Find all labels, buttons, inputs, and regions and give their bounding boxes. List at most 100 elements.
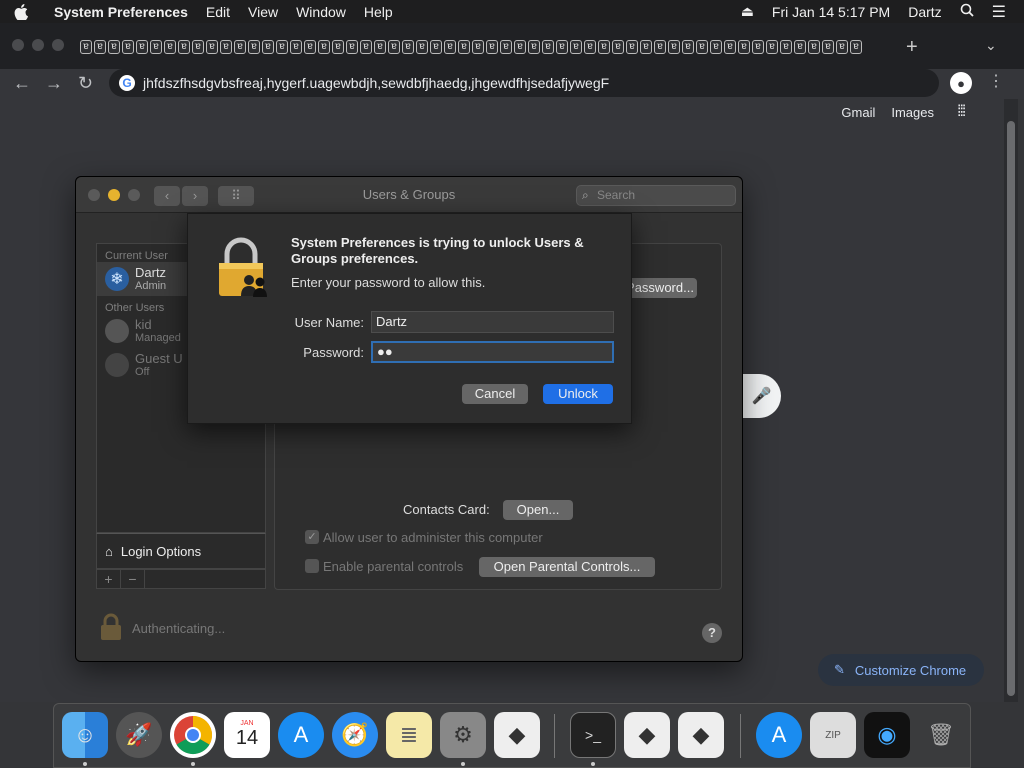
parental-controls-checkbox[interactable]: [305, 559, 319, 573]
tab-favicon[interactable]: ɐ: [556, 40, 568, 54]
minimize-window-button[interactable]: [32, 39, 44, 51]
tab-favicon[interactable]: ɐ: [682, 40, 694, 54]
tab-favicon[interactable]: ɐ: [360, 40, 372, 54]
username-field[interactable]: Dartz: [371, 311, 614, 333]
roblox-icon[interactable]: ◆: [494, 712, 540, 758]
safari-icon[interactable]: 🧭: [332, 712, 378, 758]
tab-favicon[interactable]: ɐ: [150, 40, 162, 54]
tab-favicon[interactable]: ɐ: [822, 40, 834, 54]
search-field[interactable]: ⌕ Search: [576, 185, 736, 206]
customize-chrome-button[interactable]: ✎ Customize Chrome: [818, 654, 984, 686]
tab-favicon[interactable]: ɐ: [850, 40, 862, 54]
tab-search-chevron-icon[interactable]: ⌄: [985, 37, 997, 54]
chrome-icon[interactable]: [170, 712, 216, 758]
tab-favicon[interactable]: ɐ: [668, 40, 680, 54]
tab-favicon[interactable]: ɐ: [710, 40, 722, 54]
tab-favicon[interactable]: ɐ: [206, 40, 218, 54]
tab-favicon[interactable]: ɐ: [724, 40, 736, 54]
finder-icon[interactable]: ☺: [62, 712, 108, 758]
new-tab-button[interactable]: +: [906, 36, 918, 59]
tab-favicon[interactable]: ɐ: [542, 40, 554, 54]
menu-window[interactable]: Window: [296, 4, 346, 20]
tab-favicon[interactable]: ɐ: [164, 40, 176, 54]
tab-favicon[interactable]: ɐ: [234, 40, 246, 54]
tab-favicon[interactable]: ɐ: [248, 40, 260, 54]
tab-favicon[interactable]: ɐ: [374, 40, 386, 54]
tab-favicon[interactable]: ɐ: [94, 40, 106, 54]
tab-favicon[interactable]: ɐ: [388, 40, 400, 54]
tab-favicon[interactable]: ɐ: [458, 40, 470, 54]
tab-favicon[interactable]: ɐ: [332, 40, 344, 54]
gmail-link[interactable]: Gmail: [841, 105, 875, 120]
tab-favicon[interactable]: ɐ: [486, 40, 498, 54]
cancel-button[interactable]: Cancel: [462, 384, 528, 404]
app-store-icon[interactable]: A: [278, 712, 324, 758]
tab-favicon[interactable]: ɐ: [290, 40, 302, 54]
roblox-player-icon[interactable]: ◆: [678, 712, 724, 758]
profile-avatar-icon[interactable]: ●: [950, 72, 972, 94]
menu-app-name[interactable]: System Preferences: [54, 4, 188, 20]
tab-favicon[interactable]: ɐ: [220, 40, 232, 54]
tab-favicon[interactable]: ɐ: [514, 40, 526, 54]
tab-favicon[interactable]: ɐ: [626, 40, 638, 54]
screen-recording-icon[interactable]: ◉: [864, 712, 910, 758]
menu-clock[interactable]: Fri Jan 14 5:17 PM: [772, 4, 890, 20]
back-arrow-icon[interactable]: ←: [13, 73, 31, 94]
menu-help[interactable]: Help: [364, 4, 393, 20]
tab-favicon[interactable]: ɐ: [654, 40, 666, 54]
unlock-button[interactable]: Unlock: [543, 384, 613, 404]
forward-arrow-icon[interactable]: →: [45, 73, 63, 94]
menu-view[interactable]: View: [248, 4, 278, 20]
tab-favicon[interactable]: ɐ: [416, 40, 428, 54]
microphone-icon[interactable]: 🎤: [742, 374, 781, 418]
login-options-item[interactable]: ⌂ Login Options: [96, 533, 266, 569]
eject-icon[interactable]: ⏏: [741, 3, 754, 20]
trash-icon[interactable]: 🗑: [918, 712, 964, 758]
tab-favicon[interactable]: ɐ: [528, 40, 540, 54]
tab-favicon[interactable]: ɐ: [430, 40, 442, 54]
control-center-icon[interactable]: ☰: [992, 2, 1006, 22]
tab-favicon[interactable]: ɐ: [192, 40, 204, 54]
spotlight-icon[interactable]: [960, 3, 974, 20]
page-scrollbar[interactable]: [1004, 99, 1018, 702]
images-link[interactable]: Images: [891, 105, 934, 120]
tab-favicon[interactable]: ɐ: [808, 40, 820, 54]
tab-favicon[interactable]: ɐ: [318, 40, 330, 54]
help-button[interactable]: ?: [702, 623, 722, 643]
tab-favicon[interactable]: ɐ: [738, 40, 750, 54]
tab-favicon[interactable]: ɐ: [178, 40, 190, 54]
tab-favicon[interactable]: ɐ: [570, 40, 582, 54]
apple-menu-icon[interactable]: [14, 3, 42, 20]
tab-favicon[interactable]: ɐ: [80, 40, 92, 54]
tab-favicon[interactable]: ɐ: [346, 40, 358, 54]
system-preferences-icon[interactable]: ⚙: [440, 712, 486, 758]
tab-favicon[interactable]: ɐ: [500, 40, 512, 54]
notes-icon[interactable]: ≣: [386, 712, 432, 758]
zip-file-icon[interactable]: ZIP: [810, 712, 856, 758]
tab-favicon[interactable]: ɐ: [402, 40, 414, 54]
tab-favicon[interactable]: ɐ: [696, 40, 708, 54]
tab-favicon[interactable]: ɐ: [276, 40, 288, 54]
reload-icon[interactable]: ↻: [78, 73, 93, 94]
tab-favicon[interactable]: ɐ: [122, 40, 134, 54]
tab-favicon[interactable]: ɐ: [472, 40, 484, 54]
tab-favicon[interactable]: ɐ: [794, 40, 806, 54]
google-apps-grid-icon[interactable]: ⁞⁞⁞: [957, 103, 966, 121]
tab-favicon[interactable]: ɐ: [262, 40, 274, 54]
menu-edit[interactable]: Edit: [206, 4, 230, 20]
password-field[interactable]: ●●: [371, 341, 614, 363]
tab-favicon[interactable]: ɐ: [584, 40, 596, 54]
zoom-window-button[interactable]: [52, 39, 64, 51]
open-parental-controls-button[interactable]: Open Parental Controls...: [479, 557, 655, 577]
tab-favicon[interactable]: ɐ: [612, 40, 624, 54]
address-bar[interactable]: G jhfdszfhsdgvbsfreaj,hygerf.uagewbdjh,s…: [109, 69, 939, 97]
remove-user-button[interactable]: −: [121, 570, 145, 588]
open-contacts-button[interactable]: Open...: [503, 500, 573, 520]
chrome-menu-icon[interactable]: ⋮: [988, 71, 1004, 91]
tab-favicon[interactable]: ɐ: [640, 40, 652, 54]
add-user-button[interactable]: +: [97, 570, 121, 588]
allow-admin-checkbox[interactable]: ✓: [305, 530, 319, 544]
tab-favicon[interactable]: ɐ: [444, 40, 456, 54]
change-password-button[interactable]: Password...: [623, 278, 697, 298]
close-window-button[interactable]: [12, 39, 24, 51]
